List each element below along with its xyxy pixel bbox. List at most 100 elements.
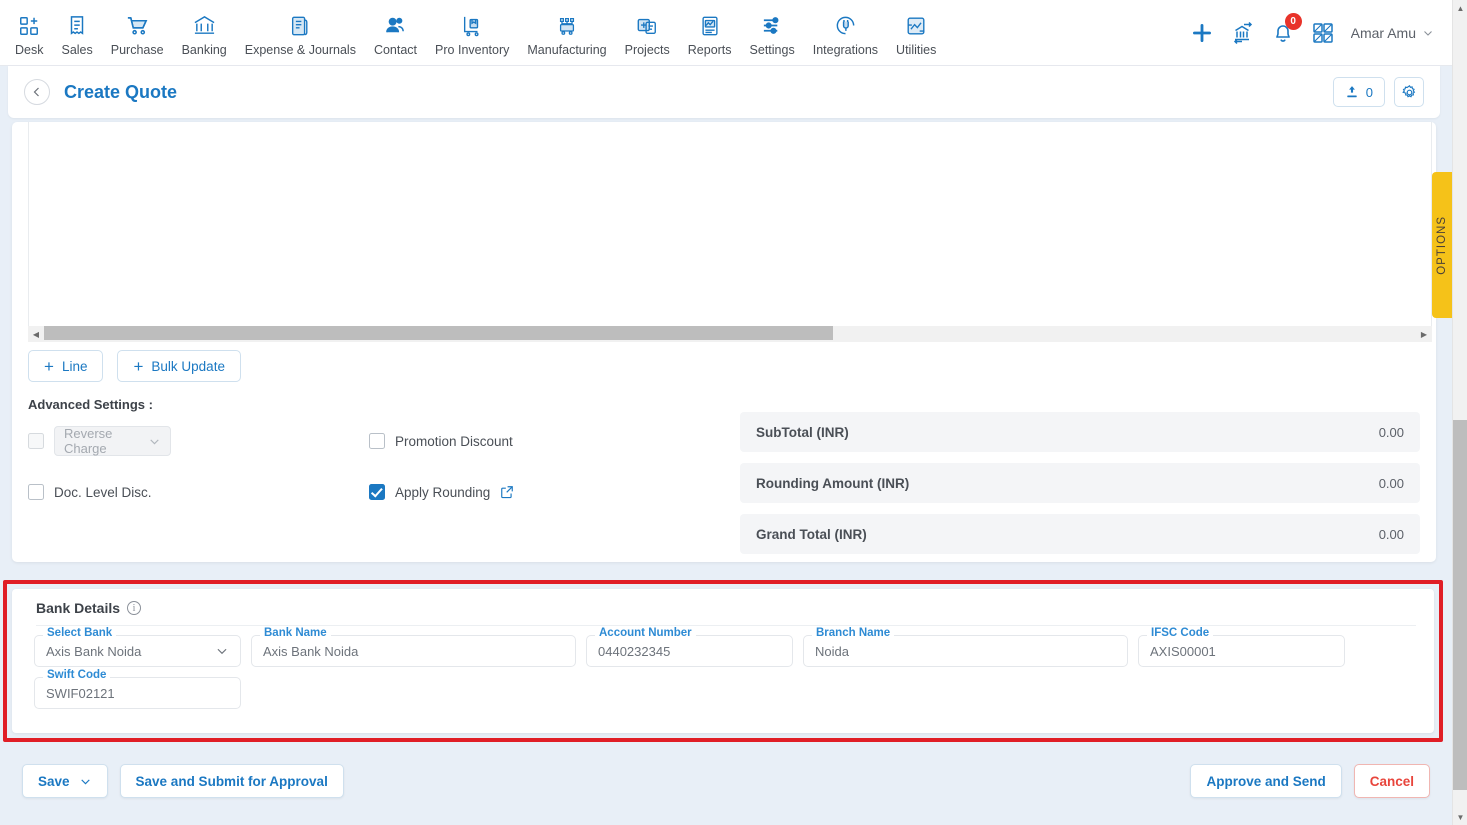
scroll-down-arrow-icon[interactable]: ▼ bbox=[1453, 809, 1467, 825]
nav-label: Reports bbox=[687, 43, 732, 57]
add-line-button[interactable]: + Line bbox=[28, 350, 104, 382]
swift-code-input[interactable]: SWIF02121 bbox=[34, 677, 241, 709]
scrollbar-track[interactable] bbox=[44, 326, 1416, 342]
page-header: Create Quote 0 bbox=[8, 66, 1440, 118]
nav-item-expense-journals[interactable]: Expense & Journals bbox=[236, 6, 365, 59]
attachment-upload-icon bbox=[1347, 86, 1357, 98]
plug-icon bbox=[834, 12, 857, 39]
bank-details-title-row: Bank Details i bbox=[36, 600, 142, 616]
nav-label: Projects bbox=[624, 43, 670, 57]
total-value: 0.00 bbox=[1378, 526, 1404, 542]
nav-item-pro-inventory[interactable]: Pro Inventory bbox=[426, 6, 518, 59]
sales-receipt-icon bbox=[66, 12, 88, 39]
footer-left-buttons: Save Save and Submit for Approval bbox=[22, 764, 344, 798]
user-menu[interactable]: Amar Amu bbox=[1351, 25, 1434, 41]
scrollbar-thumb[interactable] bbox=[44, 326, 833, 340]
doc-level-disc-row: Doc. Level Disc. bbox=[28, 473, 171, 511]
apply-rounding-checkbox[interactable] bbox=[369, 484, 385, 500]
save-and-submit-button[interactable]: Save and Submit for Approval bbox=[119, 764, 344, 798]
nav-items: Desk Sales Purchase Banking Expense & Jo… bbox=[0, 6, 945, 59]
bank-details-card: Bank Details i Select Bank Axis Bank Noi… bbox=[12, 589, 1434, 733]
top-navigation-bar: Desk Sales Purchase Banking Expense & Jo… bbox=[0, 0, 1452, 66]
save-and-submit-label: Save and Submit for Approval bbox=[135, 773, 328, 789]
attachment-count: 0 bbox=[1365, 84, 1373, 100]
totals-panel: SubTotal (INR) 0.00 Rounding Amount (INR… bbox=[740, 412, 1420, 565]
vertical-scrollbar-thumb[interactable] bbox=[1453, 420, 1467, 790]
back-button[interactable] bbox=[24, 79, 50, 105]
total-row-rounding-amount: Rounding Amount (INR) 0.00 bbox=[740, 463, 1420, 503]
attachment-button[interactable]: 0 bbox=[1332, 77, 1385, 107]
utilities-icon bbox=[905, 12, 927, 39]
account-number-input[interactable]: 0440232345 bbox=[586, 635, 793, 667]
page-vertical-scrollbar[interactable]: ▲ ▼ bbox=[1452, 0, 1467, 825]
sliders-icon bbox=[761, 12, 784, 39]
cart-icon bbox=[126, 12, 149, 39]
plus-icon[interactable] bbox=[1189, 20, 1215, 46]
inventory-trolley-icon bbox=[461, 12, 483, 39]
settings-button[interactable] bbox=[1394, 77, 1424, 107]
nav-item-projects[interactable]: Projects bbox=[616, 6, 679, 59]
external-link-icon[interactable] bbox=[500, 485, 514, 499]
bank-details-fields: Select Bank Axis Bank Noida Bank Name Ax… bbox=[34, 627, 1420, 719]
plus-glyph: + bbox=[44, 356, 54, 376]
nav-item-contact[interactable]: Contact bbox=[365, 6, 426, 59]
line-items-grid bbox=[28, 122, 1432, 326]
apply-rounding-row: Apply Rounding bbox=[369, 473, 514, 511]
promotion-discount-checkbox[interactable] bbox=[369, 433, 385, 449]
grid-horizontal-scrollbar[interactable]: ◀ ▶ bbox=[28, 326, 1432, 342]
promotion-discount-label: Promotion Discount bbox=[395, 433, 513, 449]
footer-right-buttons: Approve and Send Cancel bbox=[1190, 764, 1430, 798]
nav-label: Purchase bbox=[110, 43, 164, 57]
journal-icon bbox=[289, 12, 311, 39]
page-title: Create Quote bbox=[64, 81, 178, 102]
approve-and-send-button[interactable]: Approve and Send bbox=[1190, 764, 1342, 798]
advanced-column-left: Reverse Charge Doc. Level Disc. bbox=[28, 422, 171, 511]
save-button[interactable]: Save bbox=[22, 764, 108, 798]
nav-item-reports[interactable]: Reports bbox=[679, 6, 741, 59]
branch-name-value: Noida bbox=[815, 643, 849, 659]
bulk-update-button[interactable]: + Bulk Update bbox=[117, 350, 241, 382]
nav-right-actions: 0 Amar Amu bbox=[1189, 12, 1452, 46]
grid-apps-icon[interactable] bbox=[1311, 21, 1335, 45]
total-value: 0.00 bbox=[1378, 424, 1404, 440]
doc-level-disc-checkbox[interactable] bbox=[28, 484, 44, 500]
nav-item-sales[interactable]: Sales bbox=[52, 6, 101, 59]
swift-code-label: Swift Code bbox=[43, 669, 111, 681]
chevron-down-icon bbox=[215, 644, 229, 658]
username-label: Amar Amu bbox=[1350, 24, 1416, 41]
ifsc-code-input[interactable]: AXIS00001 bbox=[1138, 635, 1345, 667]
bank-details-title: Bank Details bbox=[36, 600, 121, 616]
nav-item-purchase[interactable]: Purchase bbox=[102, 6, 173, 59]
bank-transfer-icon[interactable] bbox=[1231, 21, 1255, 45]
chevron-down-icon bbox=[80, 778, 90, 785]
nav-label: Utilities bbox=[896, 43, 937, 57]
nav-item-banking[interactable]: Banking bbox=[173, 6, 236, 59]
divider bbox=[36, 625, 1416, 626]
nav-item-utilities[interactable]: Utilities bbox=[887, 6, 945, 59]
info-icon[interactable]: i bbox=[127, 601, 142, 615]
ifsc-code-value: AXIS00001 bbox=[1150, 643, 1216, 659]
bank-name-label: Bank Name bbox=[260, 627, 331, 639]
scroll-up-arrow-icon[interactable]: ▲ bbox=[1453, 0, 1467, 16]
select-bank-dropdown[interactable]: Axis Bank Noida bbox=[34, 635, 241, 667]
nav-label: Contact bbox=[373, 43, 418, 57]
nav-item-desk[interactable]: Desk bbox=[6, 6, 52, 59]
nav-item-manufacturing[interactable]: Manufacturing bbox=[518, 6, 615, 59]
account-number-label: Account Number bbox=[595, 627, 696, 639]
bank-name-input[interactable]: Axis Bank Noida bbox=[251, 635, 576, 667]
gear-icon bbox=[1401, 84, 1415, 97]
total-label: Rounding Amount (INR) bbox=[756, 475, 910, 491]
branch-name-input[interactable]: Noida bbox=[803, 635, 1128, 667]
nav-item-integrations[interactable]: Integrations bbox=[804, 6, 887, 59]
branch-name-field: Branch Name Noida bbox=[803, 627, 1128, 667]
nav-item-settings[interactable]: Settings bbox=[741, 6, 804, 59]
chevron-down-icon bbox=[1424, 30, 1432, 36]
total-row-grand-total: Grand Total (INR) 0.00 bbox=[740, 514, 1420, 554]
options-side-tab[interactable]: OPTIONS bbox=[1432, 172, 1452, 318]
caret-left-icon[interactable]: ◀ bbox=[28, 326, 44, 342]
page-header-actions: 0 bbox=[1332, 77, 1424, 107]
caret-right-icon[interactable]: ▶ bbox=[1416, 326, 1432, 342]
cancel-button[interactable]: Cancel bbox=[1353, 764, 1430, 798]
reverse-charge-row: Reverse Charge bbox=[28, 422, 171, 460]
bell-icon[interactable]: 0 bbox=[1271, 12, 1302, 45]
